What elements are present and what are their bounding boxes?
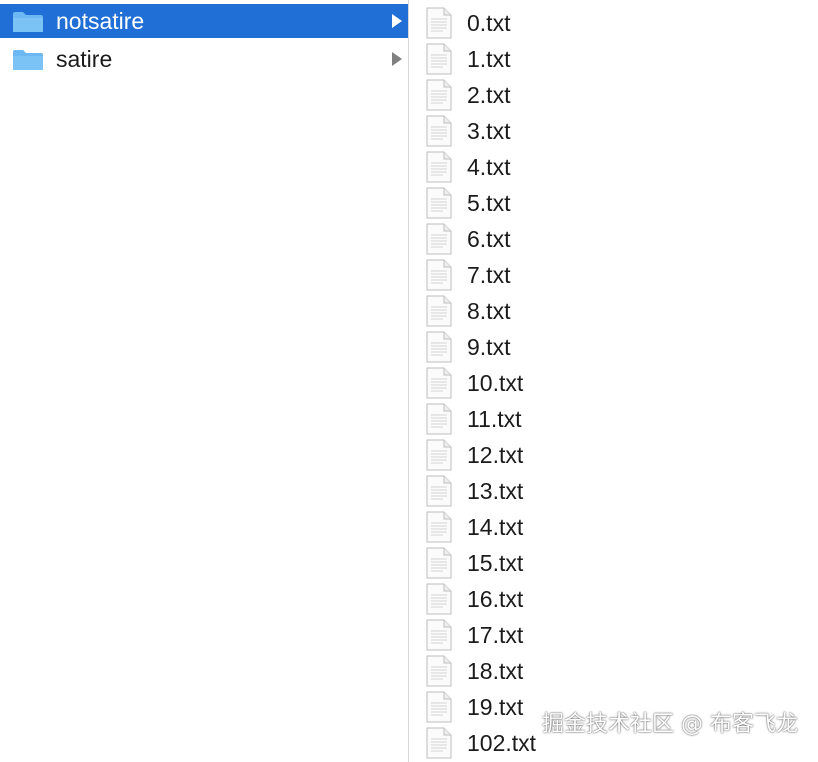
file-row[interactable]: 3.txt [409, 112, 818, 148]
file-label: 17.txt [467, 622, 524, 648]
file-label: 2.txt [467, 82, 511, 108]
text-file-icon [426, 403, 452, 435]
chevron-right-icon[interactable] [392, 52, 402, 66]
folder-row-satire[interactable]: satire [0, 42, 408, 76]
text-file-icon [426, 727, 452, 759]
file-label: 18.txt [467, 658, 524, 684]
folder-column: notsatire satire [0, 0, 408, 762]
text-file-icon [426, 43, 452, 75]
file-label: 14.txt [467, 514, 524, 540]
file-label: 16.txt [467, 586, 524, 612]
text-file-icon [426, 79, 452, 111]
file-row[interactable]: 9.txt [409, 328, 818, 364]
file-label: 4.txt [467, 154, 511, 180]
file-label: 7.txt [467, 262, 511, 288]
finder-column-view: notsatire satire 0.txt 1.txt 2.txt 3.txt 4.t… [0, 0, 818, 762]
folder-row-notsatire[interactable]: notsatire [0, 4, 408, 38]
file-label: 11.txt [467, 406, 522, 432]
file-label: 0.txt [467, 10, 511, 36]
text-file-icon [426, 259, 452, 291]
text-file-icon [426, 331, 452, 363]
file-row[interactable]: 1.txt [409, 40, 818, 76]
text-file-icon [426, 7, 452, 39]
file-label: 9.txt [467, 334, 511, 360]
file-label: 10.txt [467, 370, 524, 396]
text-file-icon [426, 619, 452, 651]
text-file-icon [426, 691, 452, 723]
file-row[interactable]: 15.txt [409, 544, 818, 580]
text-file-icon [426, 655, 452, 687]
watermark: 掘金技术社区 @ 布客飞龙 [542, 712, 798, 737]
file-row[interactable]: 13.txt [409, 472, 818, 508]
file-row[interactable]: 4.txt [409, 148, 818, 184]
file-label: 3.txt [467, 118, 511, 144]
text-file-icon [426, 295, 452, 327]
file-row[interactable]: 11.txt [409, 400, 818, 436]
text-file-icon [426, 367, 452, 399]
file-row[interactable]: 7.txt [409, 256, 818, 292]
text-file-icon [426, 583, 452, 615]
file-label: 5.txt [467, 190, 511, 216]
file-label: 13.txt [467, 478, 524, 504]
file-row[interactable]: 6.txt [409, 220, 818, 256]
file-label: 6.txt [467, 226, 511, 252]
text-file-icon [426, 439, 452, 471]
file-row[interactable]: 12.txt [409, 436, 818, 472]
folder-icon [13, 12, 43, 32]
text-file-icon [426, 223, 452, 255]
file-label: 8.txt [467, 298, 511, 324]
file-label: 12.txt [467, 442, 524, 468]
file-row[interactable]: 16.txt [409, 580, 818, 616]
file-row[interactable]: 5.txt [409, 184, 818, 220]
file-row[interactable]: 8.txt [409, 292, 818, 328]
file-row[interactable]: 18.txt [409, 652, 818, 688]
file-row[interactable]: 0.txt [409, 4, 818, 40]
file-label: 102.txt [467, 730, 537, 756]
folder-label: satire [56, 46, 113, 72]
folder-label: notsatire [56, 8, 145, 34]
folder-icon [13, 50, 43, 70]
file-row[interactable]: 17.txt [409, 616, 818, 652]
text-file-icon [426, 511, 452, 543]
file-row[interactable]: 2.txt [409, 76, 818, 112]
file-row[interactable]: 14.txt [409, 508, 818, 544]
text-file-icon [426, 187, 452, 219]
file-label: 19.txt [467, 694, 524, 720]
text-file-icon [426, 151, 452, 183]
chevron-right-icon[interactable] [392, 14, 402, 28]
text-file-icon [426, 475, 452, 507]
file-row[interactable]: 10.txt [409, 364, 818, 400]
file-label: 1.txt [467, 46, 511, 72]
file-column: 0.txt 1.txt 2.txt 3.txt 4.txt 5.txt 6.txt 7.txt… [409, 0, 818, 762]
text-file-icon [426, 115, 452, 147]
text-file-icon [426, 547, 452, 579]
file-label: 15.txt [467, 550, 524, 576]
